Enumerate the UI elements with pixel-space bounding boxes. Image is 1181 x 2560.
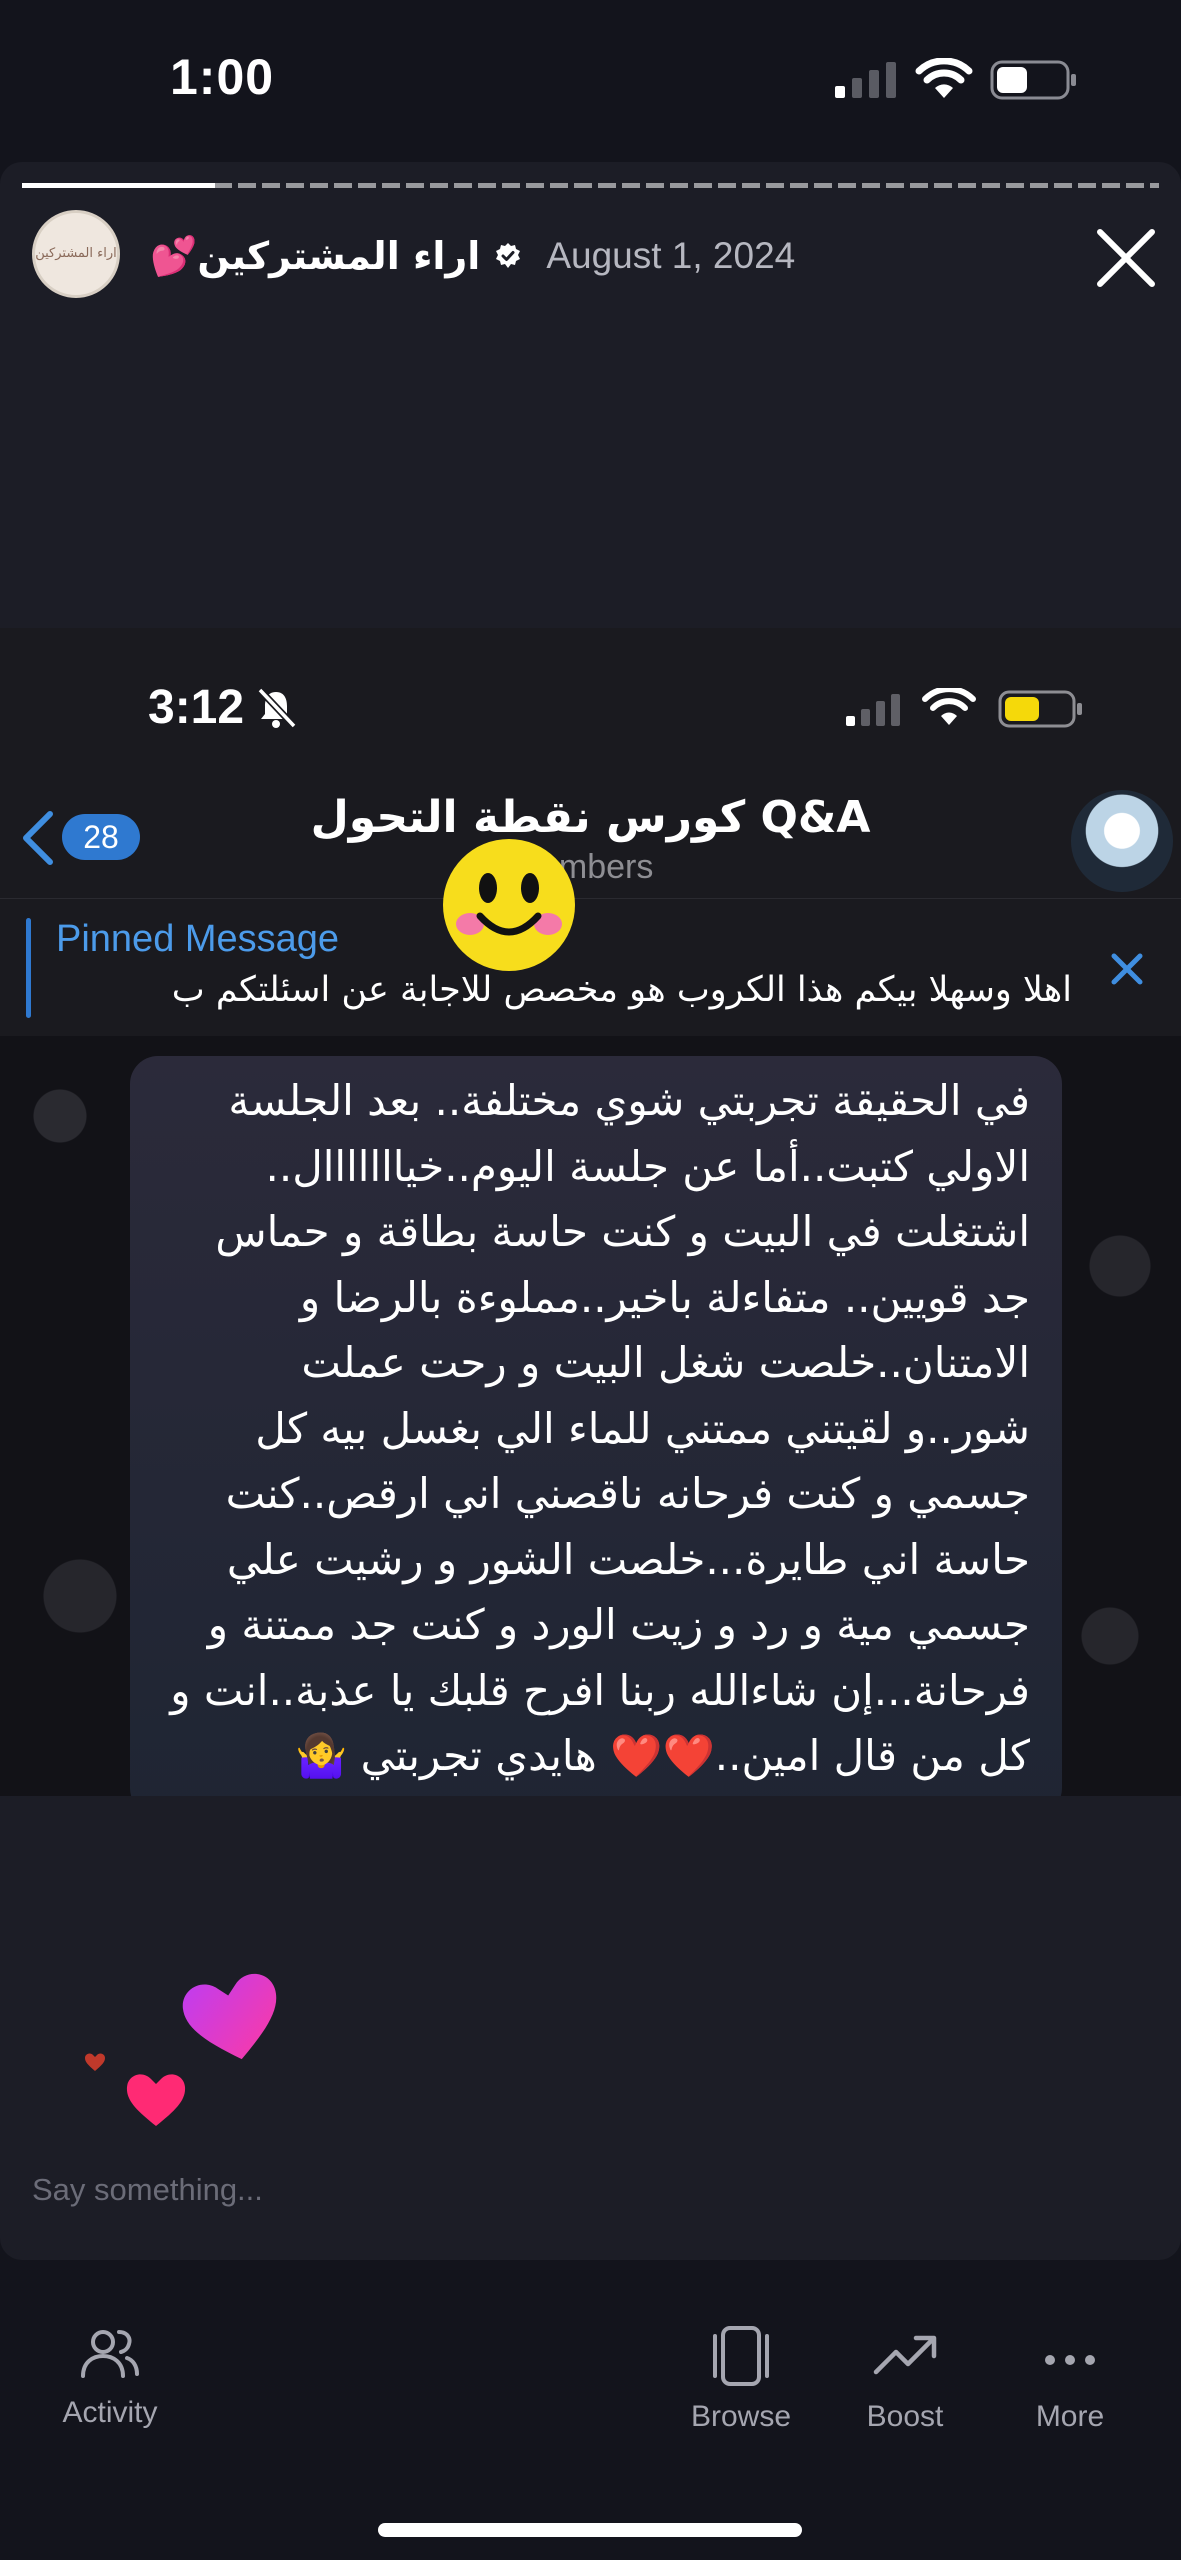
message-line: في الحقيقة تجربتي شوي مختلفة.. بعد الجلس… — [228, 1076, 1030, 1125]
author-avatar-text: اراء المشتركين — [35, 246, 117, 261]
cards-icon — [713, 2326, 769, 2386]
nav-activity[interactable]: Activity — [30, 2326, 190, 2430]
message-line: فرحانة...إن شاءالله ربنا افرح قلبك يا عذ… — [170, 1665, 1030, 1715]
group-title: كورس نقطة التحول Q&A — [310, 792, 871, 843]
wifi-icon — [915, 58, 973, 98]
nav-browse-label: Browse — [690, 2400, 792, 2433]
embedded-signal-icon — [846, 694, 900, 726]
nav-browse[interactable]: Browse — [661, 2326, 821, 2434]
message-line: جسمي و كنت فرحانه ناقصني اني ارقص..كنت — [225, 1469, 1030, 1518]
battery-icon — [990, 60, 1076, 100]
bell-muted-icon — [257, 687, 297, 729]
ellipsis-icon — [1045, 2355, 1095, 2365]
author-name[interactable]: 💕اراء المشتركين — [150, 234, 480, 279]
people-icon — [81, 2330, 139, 2378]
message-line: الامتنان..خلصت شغل البيت و رحت عملت — [301, 1338, 1030, 1387]
heart-reaction-icon — [85, 2053, 105, 2071]
nav-more[interactable]: More — [990, 2326, 1150, 2434]
embedded-wifi-icon — [922, 688, 976, 725]
story-author-row[interactable]: 💕اراء المشتركين August 1, 2024 — [150, 226, 795, 286]
message-line: جسمي مية و رد و زيت الورد و كنت جد ممتنة… — [207, 1600, 1030, 1649]
heart-reaction-icon — [126, 2074, 186, 2126]
message-line: كل من قال امين..❤️❤️ هايدي تجربتي 🤷‍♀️ — [294, 1731, 1030, 1780]
pinned-title: Pinned Message — [56, 918, 340, 960]
embedded-time: 3:12 — [148, 681, 245, 734]
message-line: حاسة اني طايرة...خلصت الشور و رشيت علي — [226, 1534, 1030, 1584]
verified-badge-icon — [496, 243, 521, 268]
nav-boost-label: Boost — [866, 2400, 944, 2433]
message-line: الاولي كتبت..أما عن جلسة اليوم..خياااااا… — [265, 1141, 1030, 1191]
author-avatar[interactable]: اراء المشتركين — [32, 210, 120, 298]
pinned-indicator — [26, 918, 31, 1018]
status-time: 1:00 — [170, 49, 275, 105]
heart-reaction-icon — [182, 1974, 277, 2060]
cellular-signal-icon — [835, 62, 896, 98]
nav-boost[interactable]: Boost — [825, 2326, 985, 2434]
trend-up-icon — [873, 2335, 937, 2375]
group-avatar[interactable] — [1071, 790, 1173, 892]
close-icon[interactable] — [1090, 222, 1162, 294]
pinned-close-icon[interactable] — [1104, 946, 1150, 992]
story-date: August 1, 2024 — [546, 235, 796, 276]
message-line: جد قويين.. متفاءلة باخير..مملوءة بالرضا … — [299, 1272, 1030, 1322]
pinned-text: اهلا وسهلا بيكم هذا الكروب هو مخصص للاجا… — [171, 970, 1072, 1010]
story-progress-fill — [22, 183, 215, 188]
reply-input[interactable]: Say something... — [32, 2172, 263, 2208]
home-indicator[interactable] — [378, 2523, 802, 2537]
message-line: شور..و لقيتني ممتني للماء الي بغسل بيه ك… — [255, 1403, 1030, 1453]
story-image: 3:12 28 كورس نقطة التحول Q&A embers Pinn… — [0, 628, 1181, 1796]
smiley-sticker-icon — [443, 839, 575, 971]
nav-activity-label: Activity — [62, 2396, 158, 2429]
embedded-battery-icon — [998, 690, 1082, 728]
message-line: اشتغلت في البيت و كنت حاسة بطاقة و حماس — [215, 1207, 1030, 1256]
nav-more-label: More — [1035, 2400, 1105, 2433]
message-text: في الحقيقة تجربتي شوي مختلفة.. بعد الجلس… — [150, 1068, 1030, 1789]
